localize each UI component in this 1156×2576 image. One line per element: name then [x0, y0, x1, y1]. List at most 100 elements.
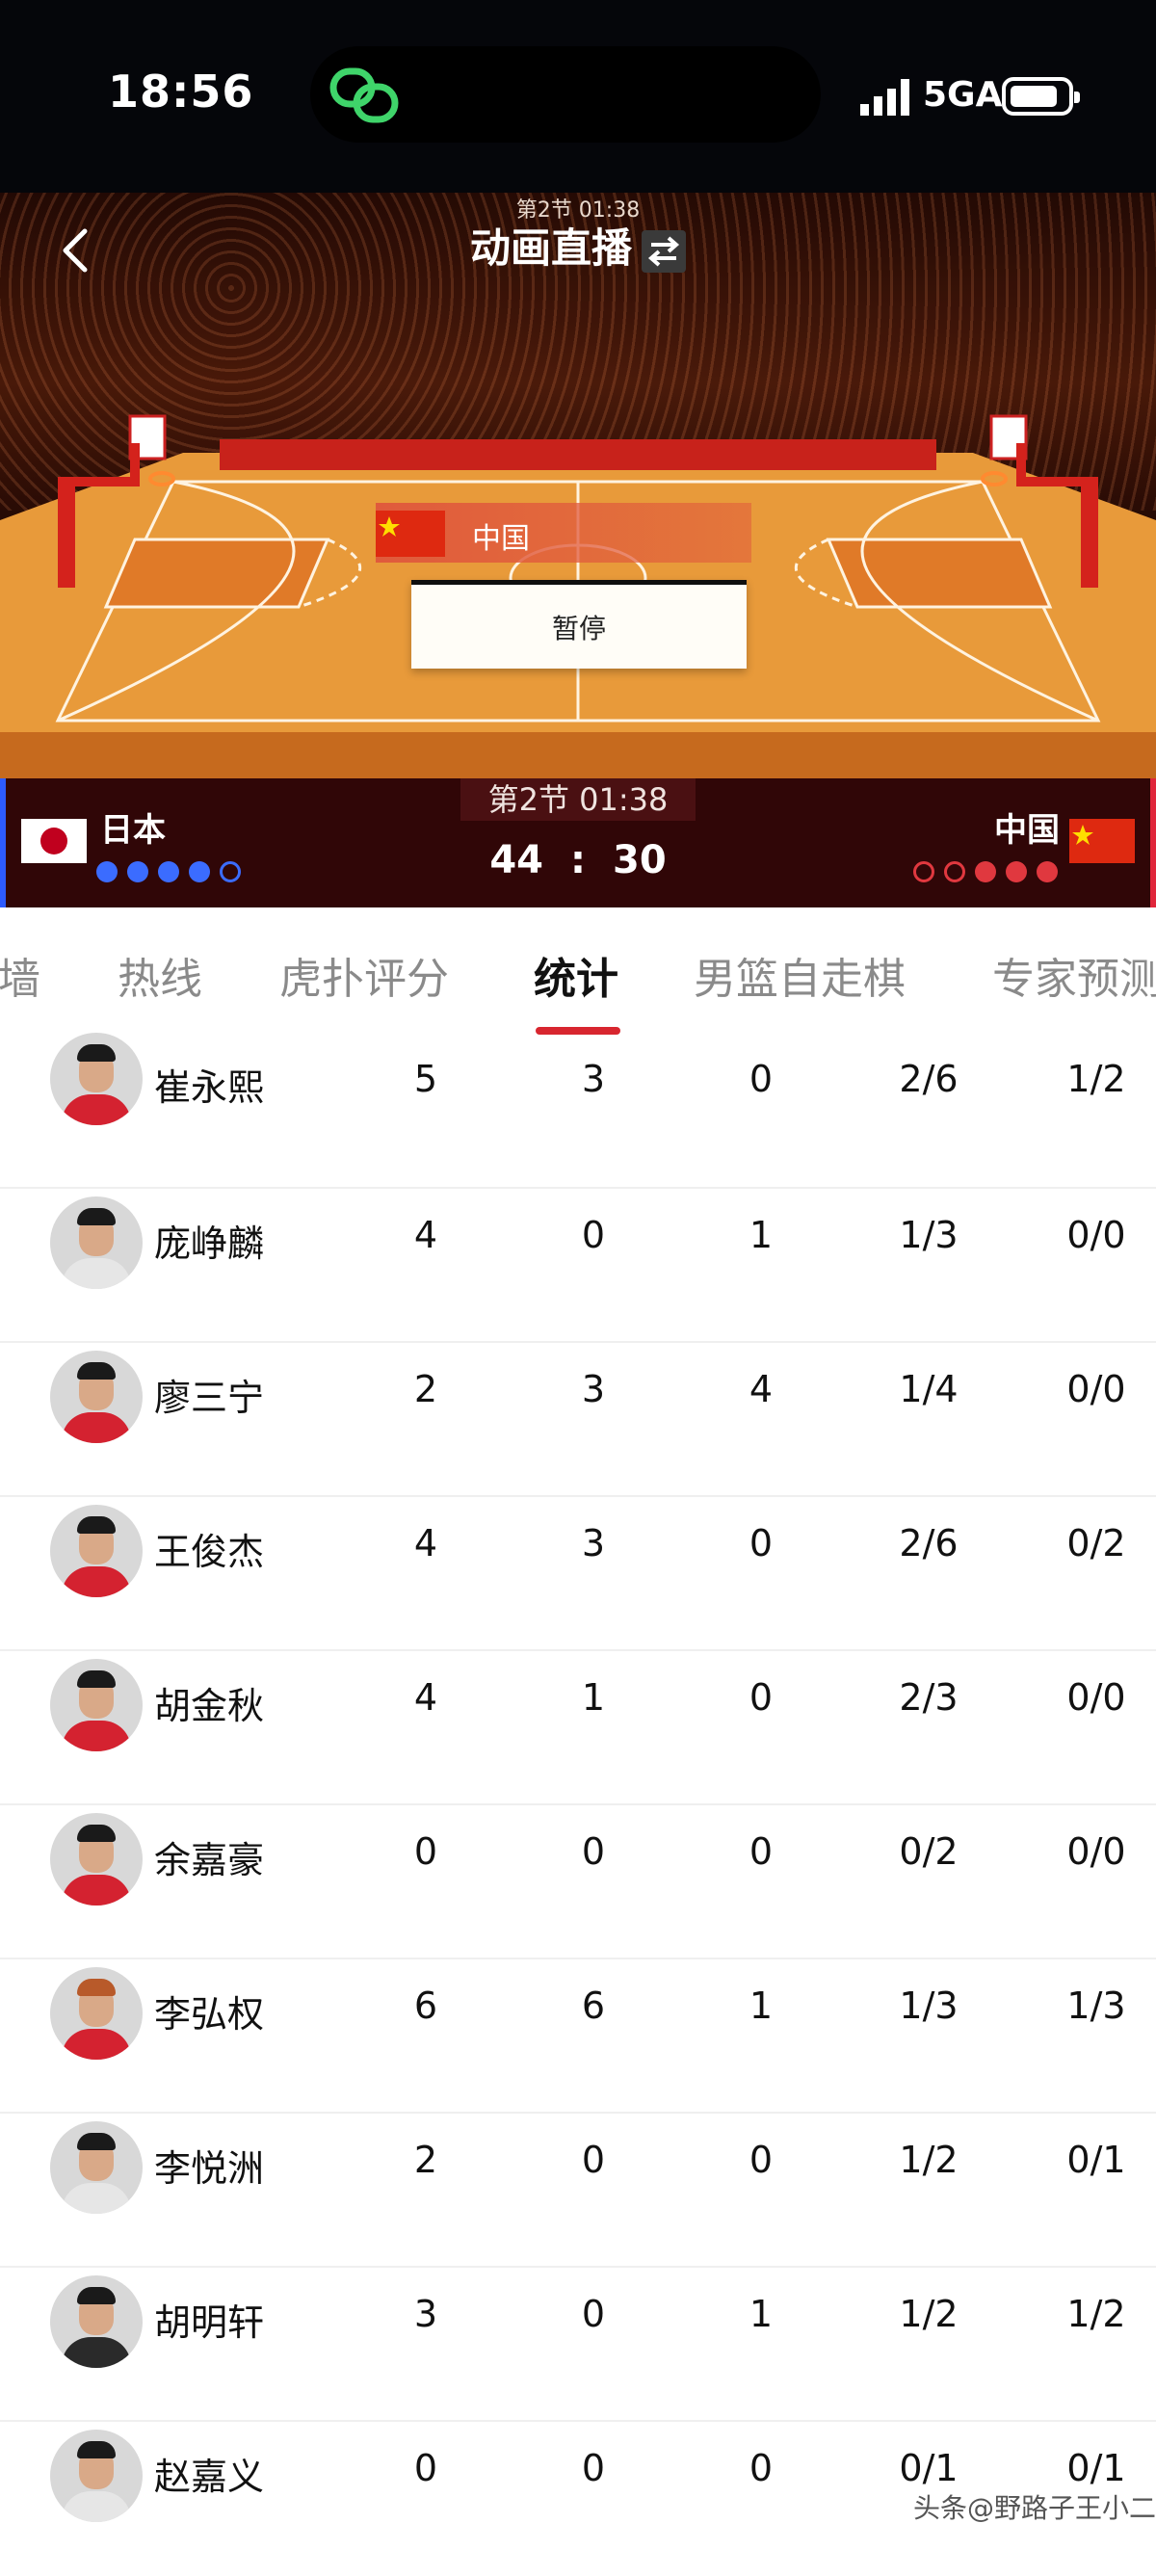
- timeout-dot-used: [913, 861, 934, 882]
- stat-cell: 3: [581, 1058, 606, 1100]
- player-name: 王俊杰: [154, 1531, 265, 1573]
- page-title-text: 动画直播: [469, 224, 632, 272]
- stat-cell: 0: [581, 2293, 606, 2335]
- stat-cell: 4: [413, 1522, 438, 1564]
- stat-cell: 0/2: [899, 1830, 959, 1873]
- stat-cell: 1/3: [899, 1985, 959, 2027]
- stat-cell: 0/0: [1066, 1830, 1126, 1873]
- table-row[interactable]: 王俊杰 4 3 0 2/6 0/2: [0, 1497, 1156, 1651]
- signal-icon: [860, 79, 909, 116]
- watermark: 头条@野路子王小二: [912, 2492, 1156, 2524]
- stat-cell: 6: [413, 1985, 438, 2027]
- avatar: [50, 1351, 143, 1443]
- status-time: 18:56: [108, 66, 254, 118]
- stat-cell: 0: [581, 1214, 606, 1256]
- page-title: 动画直播: [0, 216, 1156, 275]
- stat-cell: 3: [581, 1368, 606, 1410]
- right-team-name: 中国: [994, 811, 1060, 850]
- stat-cell: 1/3: [1066, 1985, 1126, 2027]
- tab-wall[interactable]: 墙: [0, 944, 40, 1006]
- right-timeouts: [913, 861, 1058, 882]
- table-row[interactable]: 胡明轩 3 0 1 1/2 1/2: [0, 2268, 1156, 2422]
- tab-bar: 墙 热线 虎扑评分 统计 男篮自走棋 专家预测: [0, 907, 1156, 1035]
- stat-cell: 1: [749, 1214, 774, 1256]
- table-row[interactable]: 崔永熙 5 3 0 2/6 1/2: [0, 1033, 1156, 1189]
- stat-cell: 2: [413, 1368, 438, 1410]
- possession-team-label: 中国: [472, 522, 530, 556]
- china-flag-icon: [1069, 819, 1135, 863]
- stat-cell: 1: [749, 1985, 774, 2027]
- player-name: 廖三宁: [154, 1377, 265, 1419]
- stat-cell: 0: [749, 2139, 774, 2181]
- player-name: 赵嘉义: [154, 2456, 265, 2498]
- active-tab-indicator: [536, 1027, 620, 1035]
- tab-auto-chess[interactable]: 男篮自走棋: [694, 944, 906, 1006]
- stat-cell: 5: [413, 1058, 438, 1100]
- stat-cell: 2/3: [899, 1676, 959, 1719]
- stat-cell: 1/2: [1066, 1058, 1126, 1100]
- avatar: [50, 1505, 143, 1597]
- animated-live-panel: 第2节 01:38 动画直播 中国 暂停: [0, 193, 1156, 778]
- stat-cell: 4: [749, 1368, 774, 1410]
- table-row[interactable]: 庞峥麟 4 0 1 1/3 0/0: [0, 1189, 1156, 1343]
- stat-cell: 1/2: [899, 2139, 959, 2181]
- avatar: [50, 1967, 143, 2060]
- basketball-court: [0, 414, 1156, 778]
- link-app-icon: [329, 67, 399, 123]
- timeout-dot: [1037, 861, 1058, 882]
- avatar: [50, 1659, 143, 1751]
- stat-cell: 0: [413, 1830, 438, 1873]
- table-row[interactable]: 李弘权 6 6 1 1/3 1/3: [0, 1959, 1156, 2114]
- swap-arrows-icon[interactable]: [642, 229, 686, 273]
- stat-cell: 0: [749, 1676, 774, 1719]
- stat-cell: 4: [413, 1676, 438, 1719]
- table-row[interactable]: 胡金秋 4 1 0 2/3 0/0: [0, 1651, 1156, 1805]
- table-row[interactable]: 廖三宁 2 3 4 1/4 0/0: [0, 1343, 1156, 1497]
- stat-cell: 1/3: [899, 1214, 959, 1256]
- stat-cell: 0/0: [1066, 1214, 1126, 1256]
- stat-cell: 1/2: [899, 2293, 959, 2335]
- left-score: 44: [489, 838, 543, 882]
- player-name: 崔永熙: [154, 1066, 265, 1109]
- player-name: 胡明轩: [154, 2301, 265, 2344]
- avatar: [50, 1033, 143, 1125]
- status-bar: 18:56 5GA: [0, 0, 1156, 193]
- stat-cell: 1/4: [899, 1368, 959, 1410]
- stat-cell: 1: [581, 1676, 606, 1719]
- player-name: 余嘉豪: [154, 1839, 265, 1881]
- player-name: 胡金秋: [154, 1685, 265, 1727]
- timeout-dot: [1006, 861, 1027, 882]
- stat-cell: 4: [413, 1214, 438, 1256]
- player-name: 庞峥麟: [154, 1222, 265, 1265]
- china-flag-icon: [376, 511, 445, 557]
- tab-hotline[interactable]: 热线: [118, 944, 202, 1006]
- stat-cell: 0: [749, 2447, 774, 2489]
- stat-cell: 3: [413, 2293, 438, 2335]
- player-name: 李悦洲: [154, 2147, 265, 2190]
- stat-cell: 0: [581, 2447, 606, 2489]
- stat-cell: 0: [749, 1058, 774, 1100]
- timeout-label: 暂停: [551, 613, 606, 644]
- stat-cell: 2: [413, 2139, 438, 2181]
- right-score: 30: [613, 838, 667, 882]
- stat-cell: 0: [581, 2139, 606, 2181]
- battery-icon: [1002, 77, 1080, 116]
- stat-cell: 0/0: [1066, 1368, 1126, 1410]
- table-row[interactable]: 余嘉豪 0 0 0 0/2 0/0: [0, 1805, 1156, 1959]
- stat-cell: 2/6: [899, 1522, 959, 1564]
- avatar: [50, 1813, 143, 1906]
- stat-cell: 0/1: [1066, 2139, 1126, 2181]
- avatar: [50, 1196, 143, 1289]
- tab-expert-prediction[interactable]: 专家预测: [992, 944, 1156, 1006]
- stat-cell: 0/2: [1066, 1522, 1126, 1564]
- avatar: [50, 2275, 143, 2368]
- tab-stats[interactable]: 统计: [534, 944, 618, 1006]
- score-separator: :: [570, 838, 586, 882]
- period-clock: 第2节 01:38: [460, 778, 696, 821]
- stat-cell: 0: [749, 1522, 774, 1564]
- tab-ratings[interactable]: 虎扑评分: [279, 944, 449, 1006]
- stat-cell: 0/1: [1066, 2447, 1126, 2489]
- timeout-dot-used: [944, 861, 965, 882]
- table-row[interactable]: 李悦洲 2 0 0 1/2 0/1: [0, 2114, 1156, 2268]
- player-name: 李弘权: [154, 1993, 265, 2036]
